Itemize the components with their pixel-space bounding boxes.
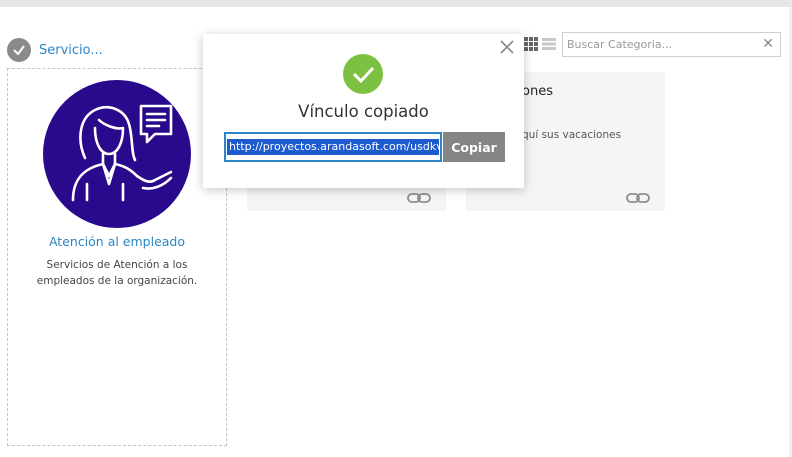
service-title: ones bbox=[522, 84, 553, 99]
link-copied-popup: Vínculo copiado http://proyectos.arandas… bbox=[203, 34, 524, 188]
top-bar bbox=[0, 0, 792, 7]
check-circle-icon bbox=[7, 38, 31, 62]
search-box[interactable]: ✕ bbox=[562, 32, 781, 57]
breadcrumb-label[interactable]: Servicio... bbox=[39, 43, 103, 58]
support-agent-illustration bbox=[43, 80, 191, 228]
close-icon[interactable]: ✕ bbox=[762, 36, 774, 52]
category-card[interactable]: Atención al empleado Servicios de Atenci… bbox=[7, 68, 227, 446]
category-title[interactable]: Atención al empleado bbox=[8, 234, 226, 249]
list-view-icon[interactable] bbox=[542, 38, 556, 50]
category-description: Servicios de Atención a los empleados de… bbox=[36, 259, 198, 287]
popup-title: Vínculo copiado bbox=[298, 102, 429, 121]
url-text[interactable]: http://proyectos.arandasoft.com/usdkv bbox=[227, 139, 439, 155]
copy-button[interactable]: Copiar bbox=[443, 132, 505, 162]
grid-view-icon[interactable] bbox=[524, 37, 538, 51]
success-check-icon bbox=[343, 54, 383, 94]
link-icon[interactable] bbox=[407, 192, 431, 204]
search-input[interactable] bbox=[567, 36, 757, 53]
link-icon[interactable] bbox=[626, 192, 650, 204]
service-description: quí sus vacaciones bbox=[522, 129, 622, 141]
close-icon[interactable] bbox=[500, 40, 514, 54]
breadcrumb[interactable]: Servicio... bbox=[7, 38, 103, 62]
url-field[interactable]: http://proyectos.arandasoft.com/usdkv bbox=[224, 132, 442, 162]
